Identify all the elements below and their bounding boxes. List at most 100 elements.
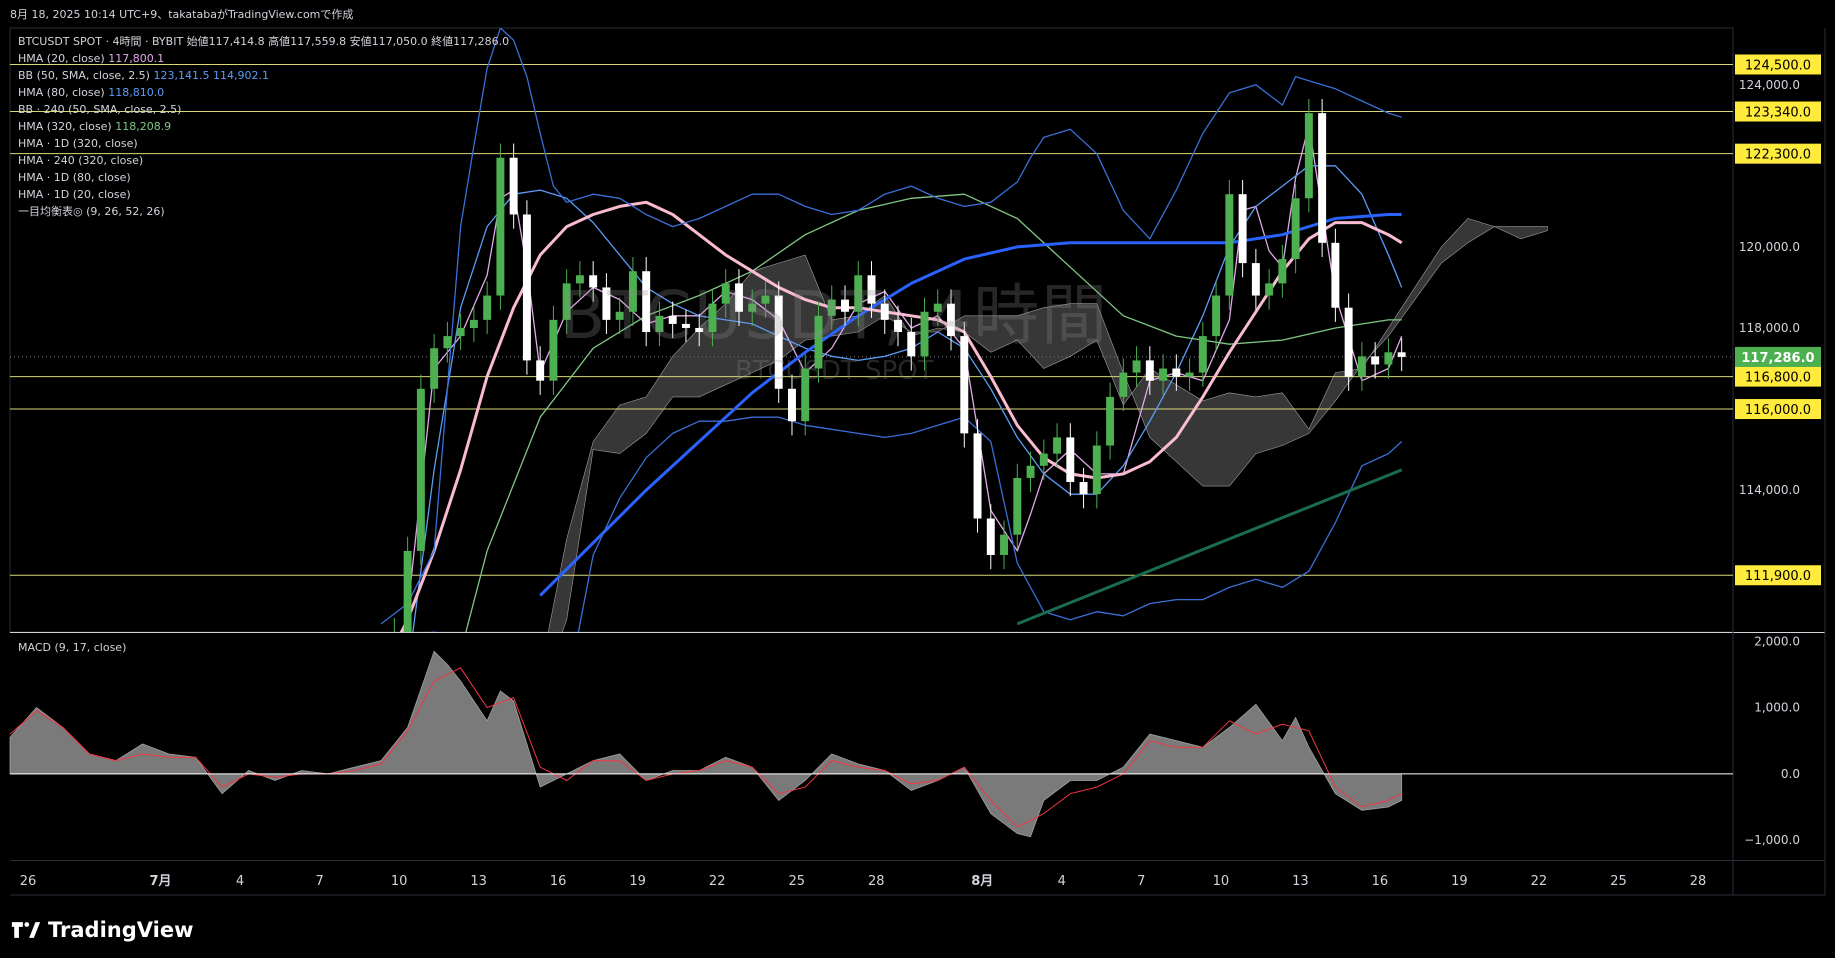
- candle-body: [522, 214, 531, 361]
- close-value: 117,286.0: [453, 35, 510, 48]
- open-value: 117,414.8: [208, 35, 265, 48]
- candle-body: [1304, 113, 1313, 199]
- indicator-label: HMA · 1D (320, close): [18, 137, 138, 150]
- low-value: 117,050.0: [371, 35, 428, 48]
- candle-body: [430, 348, 439, 389]
- candle-body: [1053, 437, 1062, 454]
- time-tick-label: 10: [391, 874, 408, 889]
- candle-body: [443, 336, 452, 349]
- candle-body: [1265, 283, 1274, 296]
- legend-indicator-row[interactable]: HMA · 1D (320, close): [18, 135, 509, 152]
- indicator-value: 118,208.9: [111, 120, 172, 133]
- candle-body: [1225, 194, 1234, 296]
- macd-label[interactable]: MACD (9, 17, close): [18, 641, 126, 654]
- time-tick-label: 8月: [971, 874, 993, 889]
- candle-body: [1119, 372, 1128, 397]
- candle-body: [1159, 368, 1168, 381]
- legend: BTCUSDT SPOT · 4時間 · BYBIT 始値117,414.8 高…: [18, 33, 509, 220]
- candle-body: [788, 388, 796, 422]
- candle-body: [986, 518, 995, 555]
- high-value: 117,559.8: [290, 35, 347, 48]
- candle-body: [1278, 259, 1287, 284]
- indicator-label: HMA · 1D (20, close): [18, 188, 131, 201]
- macd-signal-line: [9, 667, 1402, 828]
- level-label: 122,300.0: [1745, 148, 1811, 163]
- time-tick-label: 7: [315, 874, 323, 889]
- time-tick-label: 26: [20, 874, 37, 889]
- candle-body: [416, 388, 425, 551]
- indicator-value: 117,800.1: [104, 52, 165, 65]
- candle-body: [1185, 372, 1194, 377]
- indicator-label: HMA · 1D (80, close): [18, 171, 131, 184]
- indicator-label: BB (50, SMA, close, 2.5): [18, 69, 150, 82]
- time-tick-label: 19: [629, 874, 646, 889]
- time-tick-label: 7: [1137, 874, 1145, 889]
- time-tick-label: 4: [236, 874, 244, 889]
- candle-body: [1039, 453, 1048, 466]
- indicator-label: 一目均衡表◎ (9, 26, 52, 26): [18, 205, 165, 218]
- candle-body: [1357, 356, 1366, 377]
- tradingview-logo-icon: [11, 922, 41, 938]
- candle-body: [1198, 336, 1207, 373]
- candle-body: [509, 157, 518, 215]
- watermark-source: BTCUSDT SPOT: [735, 356, 934, 386]
- candle-body: [1079, 482, 1088, 495]
- time-tick-label: 22: [709, 874, 726, 889]
- macd-tick-label: −1,000.0: [1744, 833, 1800, 847]
- indicator-label: BB · 240 (50, SMA, close, 2.5): [18, 103, 182, 116]
- level-label: 111,900.0: [1745, 569, 1811, 584]
- candle-body: [536, 360, 545, 381]
- candle-body: [1397, 352, 1406, 357]
- legend-indicator-row[interactable]: HMA (80, close) 118,810.0: [18, 84, 509, 101]
- candle-body: [377, 673, 385, 685]
- high-label: 高値: [268, 35, 291, 48]
- time-tick-label: 13: [1292, 874, 1309, 889]
- open-label: 始値: [186, 35, 209, 48]
- time-tick-label: 25: [1610, 874, 1627, 889]
- candle-body: [1145, 360, 1154, 381]
- candle-body: [469, 319, 478, 328]
- macd-tick-label: 0.0: [1781, 767, 1800, 781]
- candle-body: [1344, 307, 1353, 377]
- candle-body: [1106, 396, 1115, 446]
- candle-body: [1172, 368, 1181, 377]
- low-label: 安値: [349, 35, 372, 48]
- candle-body: [456, 327, 465, 337]
- legend-indicator-row[interactable]: BB · 240 (50, SMA, close, 2.5): [18, 101, 509, 118]
- candle-body: [1318, 113, 1327, 243]
- time-tick-label: 7月: [150, 874, 172, 889]
- time-tick-label: 10: [1213, 874, 1230, 889]
- candle-body: [1238, 194, 1247, 264]
- candle-body: [1066, 437, 1075, 483]
- candle-body: [1013, 477, 1022, 535]
- current-price-label: 117,286.0: [1741, 351, 1814, 366]
- macd-histogram: [9, 650, 1403, 838]
- tradingview-logo[interactable]: TradingView: [10, 918, 193, 942]
- legend-indicator-row[interactable]: BB (50, SMA, close, 2.5) 123,141.5 114,9…: [18, 67, 509, 84]
- indicator-label: HMA (20, close): [18, 52, 105, 65]
- macd-tick-label: 1,000.0: [1754, 701, 1800, 715]
- level-label: 123,340.0: [1745, 106, 1811, 121]
- time-tick-label: 25: [788, 874, 805, 889]
- price-tick-label: 114,000.0: [1739, 483, 1800, 497]
- candle-body: [1132, 360, 1141, 373]
- legend-indicator-row[interactable]: HMA · 240 (320, close): [18, 152, 509, 169]
- time-tick-label: 13: [470, 874, 487, 889]
- watermark-symbol: BTCUSDT, 4時間: [560, 277, 1110, 354]
- legend-indicator-row[interactable]: HMA (20, close) 117,800.1: [18, 50, 509, 67]
- time-tick-label: 28: [868, 874, 885, 889]
- legend-indicator-row[interactable]: HMA (320, close) 118,208.9: [18, 118, 509, 135]
- legend-indicator-row[interactable]: 一目均衡表◎ (9, 26, 52, 26): [18, 203, 509, 220]
- legend-symbol[interactable]: BTCUSDT SPOT · 4時間 · BYBIT: [18, 35, 183, 48]
- indicator-value: 123,141.5 114,902.1: [149, 69, 269, 82]
- candle-body: [1092, 445, 1101, 495]
- macd-tick-label: 2,000.0: [1754, 634, 1800, 648]
- price-tick-label: 120,000.0: [1739, 240, 1800, 254]
- legend-indicator-row[interactable]: HMA · 1D (20, close): [18, 186, 509, 203]
- time-tick-label: 19: [1451, 874, 1468, 889]
- indicator-label: HMA (80, close): [18, 86, 105, 99]
- legend-indicator-row[interactable]: HMA · 1D (80, close): [18, 169, 509, 186]
- indicator-value: 118,810.0: [104, 86, 165, 99]
- macd-plot: [9, 650, 1733, 838]
- legend-symbol-row[interactable]: BTCUSDT SPOT · 4時間 · BYBIT 始値117,414.8 高…: [18, 33, 509, 50]
